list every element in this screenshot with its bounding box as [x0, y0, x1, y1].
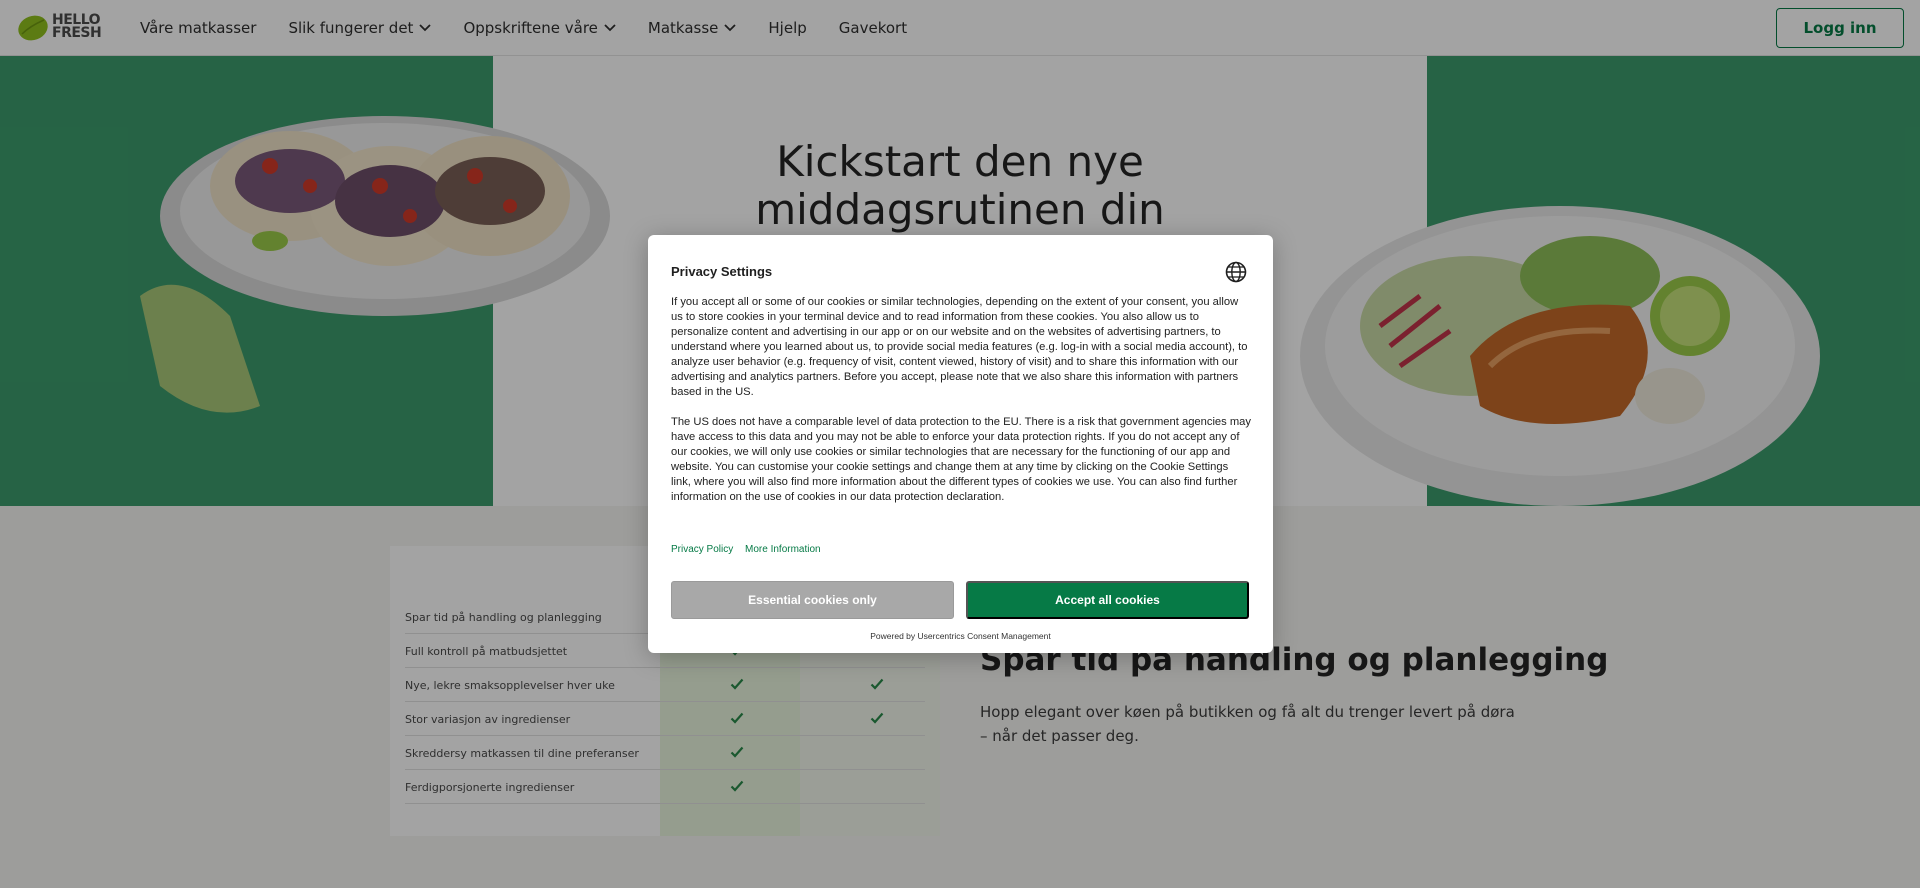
globe-icon[interactable] [1225, 261, 1247, 283]
essential-cookies-button[interactable]: Essential cookies only [671, 581, 954, 619]
modal-links: Privacy Policy More Information [671, 544, 830, 555]
modal-body: If you accept all or some of our cookies… [671, 295, 1251, 520]
accept-all-cookies-button[interactable]: Accept all cookies [966, 581, 1249, 619]
consent-paragraph-2: The US does not have a comparable level … [671, 416, 1251, 503]
consent-paragraph-1: If you accept all or some of our cookies… [671, 296, 1248, 398]
powered-by-text: Powered by Usercentrics Consent Manageme… [870, 631, 1051, 641]
modal-title: Privacy Settings [671, 264, 773, 279]
privacy-policy-link[interactable]: Privacy Policy [671, 544, 733, 555]
privacy-settings-modal: Privacy Settings If you accept all or so… [648, 235, 1273, 653]
more-information-link[interactable]: More Information [745, 544, 821, 555]
